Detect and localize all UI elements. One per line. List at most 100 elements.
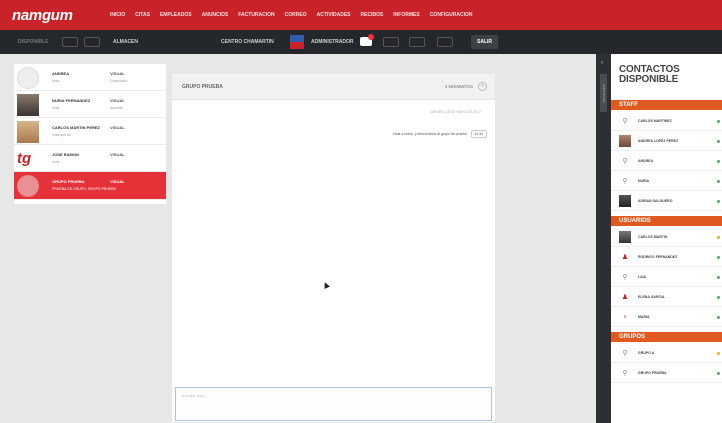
conversation-item-active[interactable]: GRUPO PRUEBA PRUEBA DE GRUPO, GRUPO PRUE… — [14, 172, 166, 200]
members-count[interactable]: 4 MIEMBROS — [445, 84, 473, 89]
nav-item-inicio[interactable]: INICIO — [110, 12, 125, 18]
message-input[interactable]: Escribe aquí... — [175, 387, 492, 421]
toolbar-slot[interactable] — [383, 37, 399, 47]
status-dot — [717, 316, 720, 319]
conversation-item[interactable]: tg JOSE RAMON Hola VISUAL — [14, 145, 166, 172]
conversation-name: ANDREA — [52, 71, 70, 76]
app-logo[interactable]: namgum — [0, 7, 110, 24]
nav-item-actividades[interactable]: ACTIVIDADES — [317, 12, 351, 18]
conversation-item[interactable]: CARLOS MARTIN PEREZ Hola que tal VISUAL — [14, 118, 166, 145]
avatar — [619, 135, 631, 147]
user-icon: ⚲ — [622, 274, 628, 281]
chat-message: Hola a todos, y bienvenidos al grupo de … — [393, 130, 487, 138]
avatar — [17, 94, 39, 116]
conversation-status: VISUAL — [110, 71, 125, 76]
status-dot — [717, 276, 720, 279]
conversation-status-detail: Conectado — [110, 79, 127, 83]
status-dot — [717, 256, 720, 259]
conversation-item[interactable]: NURIA FERNANDEZ Hola VISUAL Ausente — [14, 91, 166, 118]
status-dot — [717, 180, 720, 183]
nav-item-correo[interactable]: CORREO — [285, 12, 307, 18]
status-dot — [717, 120, 720, 123]
conversation-status: VISUAL — [110, 152, 125, 157]
nav-item-configuracion[interactable]: CONFIGURACION — [430, 12, 473, 18]
contact-row[interactable]: ⚲ GRUPO A — [611, 343, 722, 363]
status-dot — [717, 296, 720, 299]
avatar — [619, 231, 631, 243]
status-dot — [717, 140, 720, 143]
top-nav-bar: namgum INICIO CITAS EMPLEADOS ANUNCIOS F… — [0, 0, 722, 30]
user-icon: ⚲ — [622, 118, 628, 125]
message-date: JUEVES, 18 DE MAYO DE 2017 — [430, 110, 481, 114]
venue-label[interactable]: CENTRO CHAMARTIN — [221, 39, 274, 45]
contact-row[interactable]: ⚲ NURIA — [611, 171, 722, 191]
conversation-name: NURIA FERNANDEZ — [52, 98, 91, 103]
conversation-name: GRUPO PRUEBA — [52, 179, 85, 184]
nav-item-anuncios[interactable]: ANUNCIOS — [202, 12, 229, 18]
notification-dot — [368, 34, 374, 40]
contact-row[interactable]: ♀ MARIA — [611, 307, 722, 327]
chat-header: GRUPO PRUEBA 4 MIEMBROS × — [172, 74, 495, 100]
side-tab-label[interactable]: CONTACTOS — [600, 74, 607, 112]
toolbar: DISPONIBLE ALMACEN CENTRO CHAMARTIN ADMI… — [0, 30, 722, 54]
conversation-name: CARLOS MARTIN PEREZ — [52, 125, 100, 130]
conversation-status: VISUAL — [110, 98, 125, 103]
conversation-status: VISUAL — [110, 179, 125, 184]
contact-row[interactable]: ⚲ CARLOS MARTINEZ — [611, 111, 722, 131]
exit-button[interactable]: SALIR — [471, 35, 498, 49]
status-dot — [717, 236, 720, 239]
conversation-preview: Hola que tal — [52, 133, 71, 137]
message-text: Hola a todos, y bienvenidos al grupo de … — [393, 132, 467, 136]
nav-item-citas[interactable]: CITAS — [135, 12, 150, 18]
collapse-arrow-icon[interactable]: › — [601, 60, 603, 66]
close-icon[interactable]: × — [478, 82, 487, 91]
status-dot — [717, 352, 720, 355]
conversation-preview: Hola — [52, 79, 60, 83]
user-label[interactable]: ADMINISTRADOR — [311, 39, 354, 45]
avatar — [17, 67, 39, 89]
nav-item-informes[interactable]: INFORMES — [393, 12, 419, 18]
group-avatar — [17, 175, 39, 197]
contacts-title: CONTACTOS DISPONIBLE — [619, 64, 680, 85]
toolbar-slot[interactable] — [84, 37, 100, 47]
conversation-preview: Hola — [52, 160, 60, 164]
contact-row[interactable]: ⚲ LAIA — [611, 267, 722, 287]
person-icon: ♟ — [621, 254, 629, 261]
main-nav: INICIO CITAS EMPLEADOS ANUNCIOS FACTURAC… — [110, 12, 472, 18]
chat-title: GRUPO PRUEBA — [182, 84, 223, 90]
contacts-side-tab[interactable]: › CONTACTOS — [596, 54, 611, 423]
flag-icon[interactable] — [290, 35, 304, 49]
status-dot — [717, 200, 720, 203]
toolbar-slot[interactable] — [409, 37, 425, 47]
toolbar-slot[interactable] — [437, 37, 453, 47]
contacts-panel: CONTACTOS DISPONIBLE STAFF ⚲ CARLOS MARTI… — [611, 54, 722, 423]
contact-row[interactable]: ANDREA LOPEZ PEREZ — [611, 131, 722, 151]
contact-row[interactable]: CARLOS MARTIN — [611, 227, 722, 247]
user-icon: ⚲ — [622, 178, 628, 185]
conversation-list: ANDREA Hola VISUAL Conectado NURIA FERNA… — [14, 64, 166, 204]
contact-row[interactable]: ⚲ GRUPO PRUEBA — [611, 363, 722, 383]
nav-item-recibos[interactable]: RECIBOS — [361, 12, 384, 18]
contact-row[interactable]: ♟ RODRIGO FERNANDEZ — [611, 247, 722, 267]
status-dot — [717, 160, 720, 163]
user-icon: ⚲ — [622, 158, 628, 165]
nav-item-facturacion[interactable]: FACTURACION — [238, 12, 274, 18]
role-label[interactable]: ALMACEN — [113, 39, 138, 45]
conversation-status: VISUAL — [110, 125, 125, 130]
avatar — [619, 195, 631, 207]
availability-label[interactable]: DISPONIBLE — [18, 39, 49, 45]
toolbar-slot[interactable] — [62, 37, 78, 47]
avatar — [17, 121, 39, 143]
person-icon: ♟ — [621, 294, 629, 301]
woman-icon: ♀ — [622, 314, 628, 321]
chat-panel: GRUPO PRUEBA 4 MIEMBROS × JUEVES, 18 DE … — [172, 74, 495, 422]
contact-row[interactable]: ⚲ ANDREA — [611, 151, 722, 171]
nav-item-empleados[interactable]: EMPLEADOS — [160, 12, 192, 18]
user-icon: ⚲ — [622, 370, 628, 377]
contact-row[interactable]: ADRIAN SALGUERO — [611, 191, 722, 211]
conversation-item[interactable]: ANDREA Hola VISUAL Conectado — [14, 64, 166, 91]
section-header-grupos: GRUPOS — [611, 332, 722, 342]
logo-avatar: tg — [17, 150, 32, 167]
conversation-preview: Hola — [52, 106, 60, 110]
contact-row[interactable]: ♟ ELENA GARCIA — [611, 287, 722, 307]
